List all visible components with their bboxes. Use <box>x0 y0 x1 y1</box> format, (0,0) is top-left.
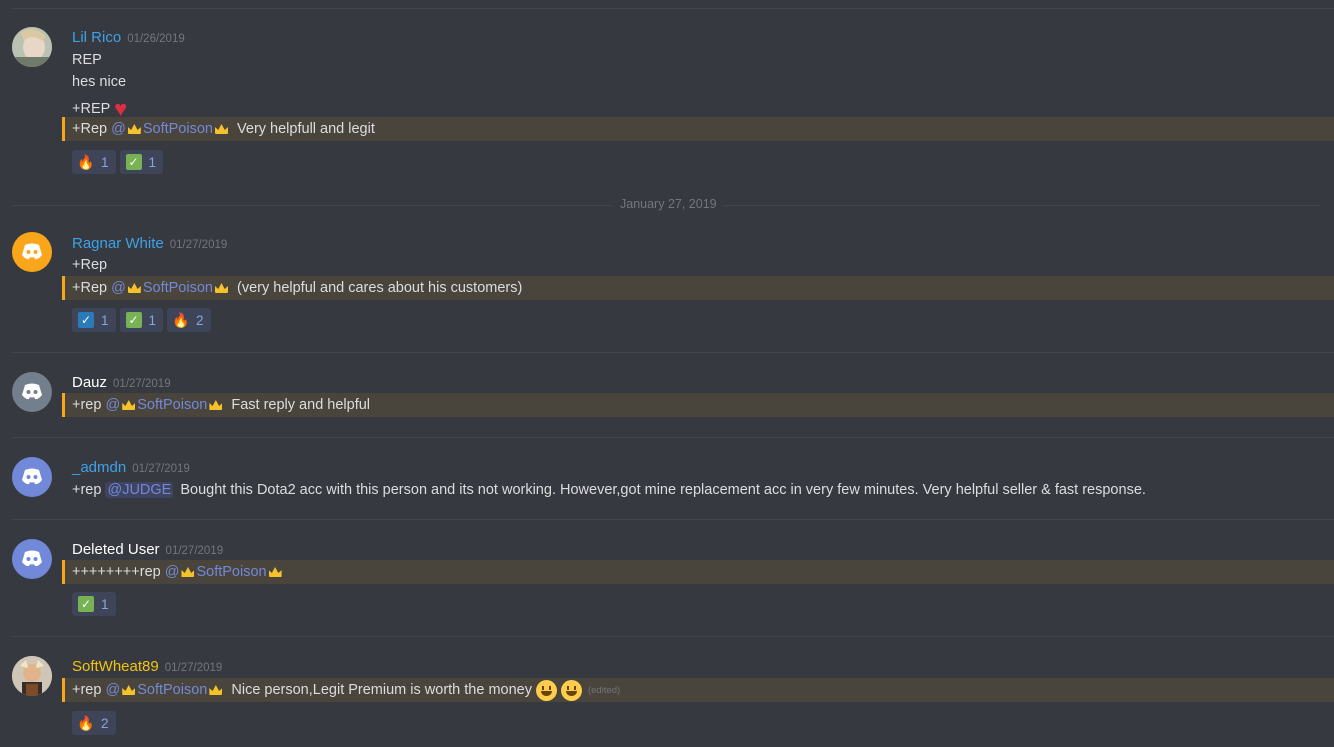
reaction-count: 1 <box>148 312 157 328</box>
message-text: Very helpfull and legit <box>237 121 375 137</box>
timestamp: 01/26/2019 <box>127 33 185 45</box>
message-text: +rep <box>72 682 102 698</box>
timestamp: 01/27/2019 <box>132 463 190 475</box>
timestamp: 01/27/2019 <box>113 378 171 390</box>
avatar[interactable] <box>12 539 52 579</box>
message-text: Fast reply and helpful <box>231 397 371 413</box>
username[interactable]: Lil Rico <box>72 29 121 46</box>
username[interactable]: Dauz <box>72 374 107 391</box>
avatar[interactable] <box>12 372 52 412</box>
reaction[interactable]: ✓ 1 <box>72 308 116 332</box>
timestamp: 01/27/2019 <box>165 545 224 557</box>
message-text: REP <box>72 52 102 68</box>
discord-logo-icon <box>22 243 42 260</box>
reaction-count: 2 <box>196 312 204 328</box>
reaction[interactable]: 🔥 1 <box>72 150 116 174</box>
username[interactable]: SoftWheat89 <box>72 658 159 675</box>
user-mention[interactable]: @ SoftPoison <box>111 121 230 137</box>
user-mention[interactable]: @ SoftPoison <box>165 564 284 580</box>
crown-icon <box>268 567 282 577</box>
reaction[interactable]: ✓ 1 <box>119 308 164 332</box>
blue-check-icon: ✓ <box>78 312 94 328</box>
message-text: ++++++++rep <box>72 564 161 580</box>
user-photo-icon <box>12 656 52 696</box>
check-box-icon: ✓ <box>125 154 142 170</box>
smiley-icon <box>535 679 557 701</box>
timestamp: 01/27/2019 <box>164 662 223 674</box>
discord-logo-icon <box>22 383 42 400</box>
mention-highlight: +Rep @ SoftPoison (very helpful and cares… <box>62 276 1334 300</box>
reactions: ✓ 1 <box>72 592 116 616</box>
reaction[interactable]: ✓ 1 <box>119 150 164 174</box>
mention-highlight: +Rep @ SoftPoison Very helpfull and legit <box>62 117 1334 141</box>
user-mention[interactable]: @ SoftPoison <box>105 397 224 413</box>
reaction-count: 1 <box>101 312 109 328</box>
discord-logo-icon <box>22 468 42 485</box>
avatar[interactable] <box>12 232 52 272</box>
message-separator <box>12 8 1334 9</box>
reactions: ✓ 1 ✓ 1 🔥 2 <box>72 308 211 332</box>
crown-icon <box>209 685 223 695</box>
user-mention[interactable]: @JUDGE <box>105 482 174 498</box>
flame-icon: 🔥 <box>77 153 95 170</box>
edited-label: (edited) <box>587 684 621 696</box>
message-text: +rep <box>72 397 102 413</box>
username[interactable]: Ragnar White <box>72 235 164 252</box>
mention-highlight: +rep @ SoftPoison Fast reply and helpful <box>62 393 1334 417</box>
message-separator <box>12 519 1334 520</box>
mention-highlight: +rep @ SoftPoison Nice person,Legit Premi… <box>62 678 1334 702</box>
message-text: (very helpful and cares about his custom… <box>237 280 523 296</box>
reaction-count: 1 <box>101 596 109 612</box>
flame-icon: 🔥 <box>172 311 190 328</box>
reaction[interactable]: ✓ 1 <box>72 592 116 616</box>
user-mention[interactable]: @ SoftPoison <box>105 682 224 698</box>
check-box-icon: ✓ <box>125 312 142 328</box>
mention-highlight: ++++++++rep @ SoftPoison <box>62 560 1334 584</box>
reaction-count: 1 <box>101 154 109 170</box>
user-photo-icon <box>12 27 52 67</box>
reaction-count: 2 <box>101 715 109 731</box>
crown-icon <box>122 685 136 695</box>
username[interactable]: Deleted User <box>72 541 160 558</box>
username[interactable]: _admdn <box>72 459 126 476</box>
reactions: 🔥 1 ✓ 1 <box>72 150 164 174</box>
avatar[interactable] <box>12 457 52 497</box>
reaction[interactable]: 🔥 2 <box>72 711 116 735</box>
discord-logo-icon <box>22 550 42 567</box>
date-divider-label: January 27, 2019 <box>612 197 725 211</box>
avatar[interactable] <box>12 656 52 696</box>
reaction-count: 1 <box>148 154 157 170</box>
message-separator <box>12 437 1334 438</box>
user-mention[interactable]: @ SoftPoison <box>111 280 230 296</box>
crown-icon <box>181 567 195 577</box>
crown-icon <box>209 400 223 410</box>
reactions: 🔥 2 <box>72 711 116 735</box>
timestamp: 01/27/2019 <box>169 239 228 251</box>
message-text: hes nice <box>72 74 127 90</box>
check-box-icon: ✓ <box>78 596 94 612</box>
crown-icon <box>214 124 228 134</box>
message-text: +Rep <box>72 257 108 273</box>
flame-icon: 🔥 <box>77 714 95 731</box>
reaction[interactable]: 🔥 2 <box>167 308 211 332</box>
crown-icon <box>127 283 141 293</box>
grinning-icon <box>560 679 582 701</box>
crown-icon <box>214 283 228 293</box>
message-separator <box>12 352 1334 353</box>
message-separator <box>12 636 1334 637</box>
message-text: +rep @JUDGE Bought this Dota2 acc with t… <box>72 482 1146 498</box>
message-text: +Rep <box>72 121 108 137</box>
crown-icon <box>127 124 141 134</box>
message-text: +Rep <box>72 280 108 296</box>
avatar[interactable] <box>12 27 52 67</box>
message-text: Nice person,Legit Premium is worth the m… <box>231 682 532 698</box>
crown-icon <box>122 400 136 410</box>
